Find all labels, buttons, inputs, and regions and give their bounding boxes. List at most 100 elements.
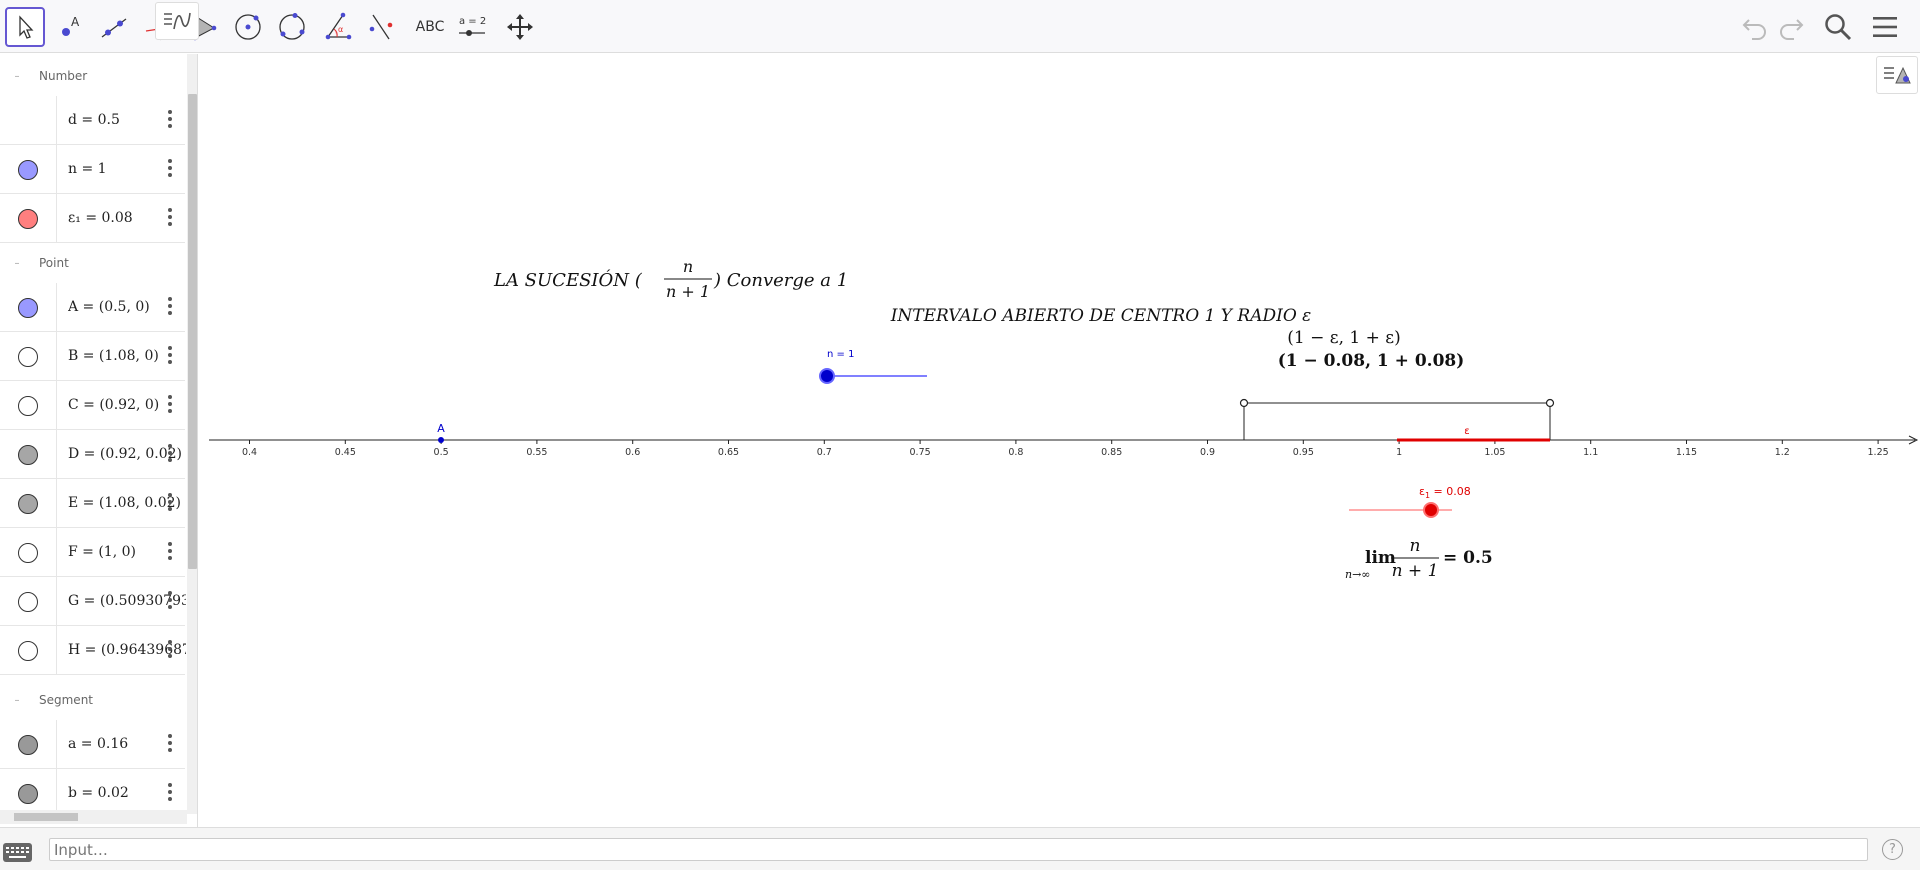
- redo-button[interactable]: [1774, 10, 1808, 44]
- scrollbar-thumb[interactable]: [188, 94, 197, 569]
- axis-tick-label: 0.75: [910, 447, 931, 458]
- circle-with-center-tool[interactable]: [228, 7, 268, 47]
- visibility-marble[interactable]: [18, 543, 38, 563]
- main-menu-button[interactable]: [1868, 10, 1902, 44]
- circle-through-points-tool[interactable]: [272, 7, 312, 47]
- row-divider: [56, 96, 57, 145]
- visibility-marble[interactable]: [18, 298, 38, 318]
- visibility-marble[interactable]: [18, 445, 38, 465]
- row-divider: [56, 283, 57, 332]
- sequence-fraction-denominator: n + 1: [666, 282, 710, 301]
- more-options-icon[interactable]: [164, 732, 176, 754]
- more-options-icon[interactable]: [164, 491, 176, 513]
- limit-denominator: n + 1: [1392, 561, 1439, 581]
- group-label: Number: [39, 69, 88, 83]
- point-tool[interactable]: A: [50, 7, 90, 47]
- algebra-row-E[interactable]: E = (1.08, 0.02): [0, 479, 185, 528]
- visibility-marble[interactable]: [18, 396, 38, 416]
- visibility-marble[interactable]: [18, 592, 38, 612]
- visibility-marble[interactable]: [18, 641, 38, 661]
- epsilon-label: ε: [1464, 426, 1469, 437]
- collapse-icon[interactable]: –: [11, 257, 23, 269]
- row-divider: [56, 145, 57, 194]
- group-header-point[interactable]: – Point: [0, 243, 185, 283]
- algebra-vertical-scrollbar[interactable]: [187, 54, 197, 814]
- scrollbar-thumb[interactable]: [14, 813, 78, 821]
- algebra-view-style-button[interactable]: [155, 2, 199, 40]
- more-options-icon[interactable]: [164, 393, 176, 415]
- visibility-marble[interactable]: [18, 347, 38, 367]
- algebra-horizontal-scrollbar[interactable]: [0, 810, 187, 824]
- axis-tick-label: 1.25: [1868, 447, 1889, 458]
- slider-n-handle[interactable]: [819, 368, 835, 384]
- redo-icon: [1780, 19, 1804, 40]
- angle-tool-glyph: α: [338, 25, 343, 34]
- move-tool[interactable]: [5, 7, 45, 47]
- more-options-icon[interactable]: [164, 206, 176, 228]
- move-graphics-view-tool[interactable]: [500, 7, 540, 47]
- point-D[interactable]: [1239, 398, 1249, 408]
- more-options-icon[interactable]: [164, 157, 176, 179]
- point-A[interactable]: [438, 437, 444, 443]
- algebra-row-C[interactable]: C = (0.92, 0): [0, 381, 185, 430]
- angle-tool[interactable]: α: [317, 7, 357, 47]
- reflect-tool[interactable]: [361, 7, 401, 47]
- graphics-style-bar-icon: [1884, 66, 1911, 84]
- group-header-number[interactable]: – Number: [0, 56, 185, 96]
- algebra-row-D[interactable]: D = (0.92, 0.02): [0, 430, 185, 479]
- search-button[interactable]: [1821, 10, 1855, 44]
- keyboard-icon[interactable]: [3, 843, 32, 862]
- undo-button[interactable]: [1738, 10, 1772, 44]
- algebra-row-B[interactable]: B = (1.08, 0): [0, 332, 185, 381]
- axis-tick-label: 0.4: [242, 447, 257, 458]
- more-options-icon[interactable]: [164, 108, 176, 130]
- cursor-arrow-icon: [19, 15, 34, 39]
- more-options-icon[interactable]: [164, 344, 176, 366]
- axis-tick-label: 0.65: [718, 447, 739, 458]
- more-options-icon[interactable]: [164, 638, 176, 660]
- visibility-marble[interactable]: [18, 160, 38, 180]
- row-divider: [56, 332, 57, 381]
- visibility-marble[interactable]: [18, 494, 38, 514]
- algebra-row-epsilon[interactable]: ε₁ = 0.08: [0, 194, 185, 243]
- text-tool[interactable]: ABC: [410, 7, 450, 47]
- algebra-view: – Number d = 0.5 n = 1 ε₁ = 0.08 – Point…: [0, 54, 198, 827]
- axis-ticks: 0.4 0.45 0.5 0.55 0.6 0.65 0.7 0.75 0.8 0.85 0.9 0.…: [242, 440, 1889, 458]
- algebra-row-F[interactable]: F = (1, 0): [0, 528, 185, 577]
- group-header-segment[interactable]: – Segment: [0, 680, 185, 720]
- collapse-icon[interactable]: –: [11, 694, 23, 706]
- algebra-row-G[interactable]: G = (0.5093079344: [0, 577, 186, 626]
- point-E[interactable]: [1545, 398, 1555, 408]
- point-icon: A: [62, 15, 80, 36]
- more-options-icon[interactable]: [164, 781, 176, 803]
- row-divider: [56, 720, 57, 769]
- axis-tick-label: 0.6: [625, 447, 640, 458]
- more-options-icon[interactable]: [164, 589, 176, 611]
- graphics-view-style-button[interactable]: [1876, 56, 1918, 94]
- more-options-icon[interactable]: [164, 442, 176, 464]
- slider-epsilon-handle[interactable]: [1423, 502, 1439, 518]
- graphics-view[interactable]: 0.4 0.45 0.5 0.55 0.6 0.65 0.7 0.75 0.8 0.85 0.9 0.…: [209, 54, 1920, 827]
- more-options-icon[interactable]: [164, 295, 176, 317]
- visibility-marble[interactable]: [18, 784, 38, 804]
- more-options-icon[interactable]: [164, 540, 176, 562]
- search-icon: [1825, 14, 1852, 41]
- algebra-row-d[interactable]: d = 0.5: [0, 96, 185, 145]
- slider-tool[interactable]: a = 2: [452, 7, 492, 47]
- algebra-row-H[interactable]: H = (0.9643968790: [0, 626, 186, 675]
- limit-numerator: n: [1410, 536, 1421, 556]
- line-tool[interactable]: [94, 7, 134, 47]
- algebra-row-a[interactable]: a = 0.16: [0, 720, 185, 769]
- visibility-marble[interactable]: [18, 735, 38, 755]
- algebra-row-n[interactable]: n = 1: [0, 145, 185, 194]
- algebra-input-field[interactable]: [49, 838, 1868, 861]
- interval-bracket: [1243, 402, 1551, 440]
- line-icon: [101, 18, 127, 38]
- visibility-marble[interactable]: [18, 209, 38, 229]
- axis-tick-label: 0.7: [817, 447, 832, 458]
- style-bar-icon: [164, 12, 191, 30]
- algebra-row-A[interactable]: A = (0.5, 0): [0, 283, 185, 332]
- help-icon[interactable]: ?: [1882, 839, 1903, 860]
- axis-tick-label: 1.05: [1484, 447, 1505, 458]
- collapse-icon[interactable]: –: [11, 70, 23, 82]
